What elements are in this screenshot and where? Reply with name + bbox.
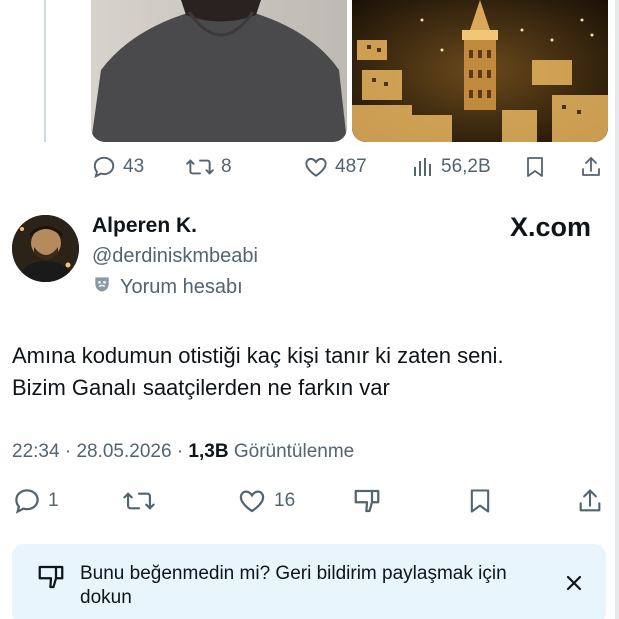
retweet-button[interactable]: 8 <box>185 154 232 180</box>
retweet-icon <box>185 154 215 180</box>
reply-button[interactable]: 1 <box>12 486 59 516</box>
theater-mask-icon <box>92 274 112 300</box>
x-com-watermark: X.com <box>510 212 591 243</box>
like-button[interactable]: 487 <box>303 154 367 180</box>
close-icon[interactable] <box>564 573 584 598</box>
account-tag-label: Yorum hesabı <box>120 275 243 298</box>
share-icon <box>576 486 604 516</box>
views-label: Görüntülenme <box>233 441 355 462</box>
feedback-banner[interactable]: Bunu beğenmedin mi? Geri bildirim paylaş… <box>12 544 606 619</box>
parent-tweet-media <box>91 0 608 142</box>
bar-chart-icon <box>411 155 435 179</box>
speech-bubble-icon <box>12 486 42 516</box>
bookmark-button[interactable] <box>466 486 494 516</box>
retweet-count: 8 <box>221 156 232 177</box>
reply-tweet-actions: 1 16 <box>12 484 608 518</box>
avatar[interactable] <box>12 215 79 282</box>
screen-edge <box>615 0 619 619</box>
bookmark-icon <box>466 486 494 516</box>
views-count: 1,3B <box>188 441 229 462</box>
tweet-date[interactable]: 28.05.2026 <box>76 441 171 462</box>
tweet-text-line: Bizim Ganalı saatçilerden ne farkın var <box>12 375 390 400</box>
meta-separator: · <box>176 441 189 462</box>
bookmark-button[interactable] <box>523 154 547 180</box>
like-button[interactable]: 16 <box>236 486 295 516</box>
thread-connector-line <box>44 0 46 142</box>
views-button[interactable]: 56,2B <box>411 155 491 179</box>
like-count: 487 <box>335 156 367 177</box>
tweet-text-line: Amına kodumun otistiği kaç kişi tanır ki… <box>12 343 504 368</box>
thumbs-down-icon <box>352 486 382 516</box>
watermark-text: X.com <box>509 212 591 242</box>
reply-count: 1 <box>48 490 59 511</box>
retweet-button[interactable] <box>122 486 156 516</box>
reply-button[interactable]: 43 <box>91 154 144 180</box>
heart-icon <box>303 154 329 180</box>
feedback-text[interactable]: Bunu beğenmedin mi? Geri bildirim paylaş… <box>80 562 530 610</box>
share-icon <box>579 154 603 180</box>
author-name[interactable]: Alperen K. <box>92 214 197 238</box>
thumbs-down-icon <box>36 562 66 597</box>
parent-tweet-actions: 43 8 487 56,2B <box>91 150 608 184</box>
dislike-button[interactable] <box>352 486 382 516</box>
author-handle[interactable]: @derdiniskmbeabi <box>92 245 258 268</box>
share-button[interactable] <box>576 486 604 516</box>
reply-count: 43 <box>123 156 145 177</box>
bookmark-icon <box>523 154 547 180</box>
views-count: 56,2B <box>441 156 491 177</box>
retweet-icon <box>122 486 156 516</box>
share-button[interactable] <box>579 154 603 180</box>
media-photo-galata-tower[interactable] <box>352 0 608 142</box>
media-photo-person[interactable] <box>91 0 347 142</box>
account-tag: Yorum hesabı <box>92 274 243 300</box>
tweet-meta: 22:34 · 28.05.2026 · 1,3B Görüntülenme <box>12 441 354 463</box>
heart-icon <box>236 486 268 516</box>
meta-separator: · <box>64 441 77 462</box>
tweet-text: Amına kodumun otistiği kaç kişi tanır ki… <box>12 340 602 404</box>
speech-bubble-icon <box>91 154 117 180</box>
tweet-time[interactable]: 22:34 <box>12 441 60 462</box>
like-count: 16 <box>274 490 296 511</box>
